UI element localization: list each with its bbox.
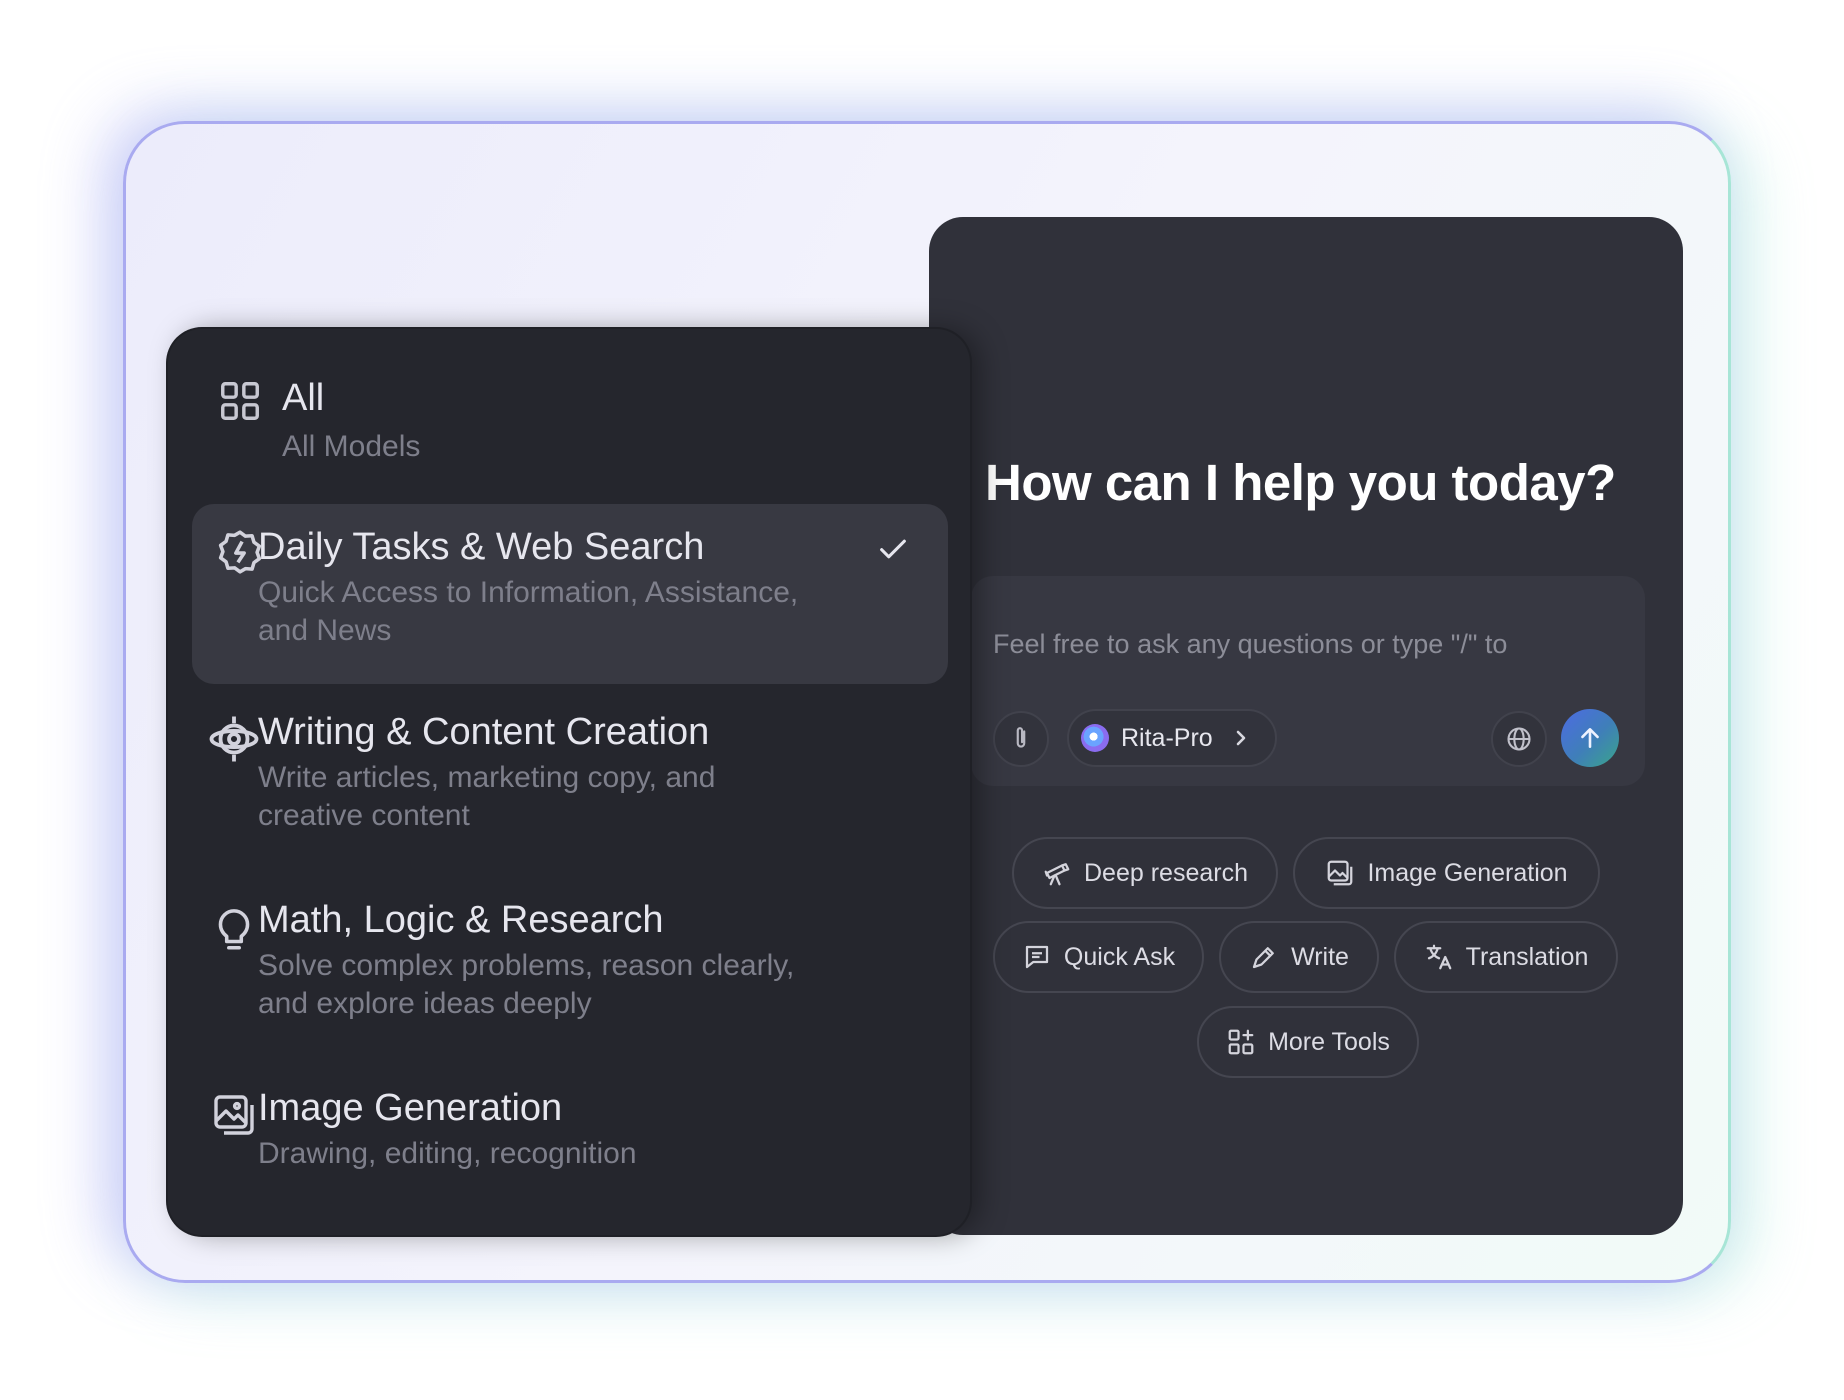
chip-translation[interactable]: Translation: [1394, 921, 1618, 993]
menu-item-image-generation[interactable]: Image Generation Drawing, editing, recog…: [192, 1069, 948, 1209]
chevron-right-icon: [1236, 730, 1245, 746]
chip-more-tools[interactable]: More Tools: [1197, 1006, 1419, 1078]
chip-image-generation[interactable]: Image Generation: [1293, 837, 1600, 909]
menu-item-description: Drawing, editing, recognition: [258, 1137, 637, 1170]
globe-icon: [1507, 727, 1531, 751]
image-stack-icon: [214, 1095, 254, 1135]
menu-item-title: All: [282, 377, 325, 419]
model-name: Rita-Pro: [1121, 723, 1213, 752]
composer: Rita-Pro: [971, 576, 1645, 786]
grid-plus-icon: [1228, 1029, 1254, 1055]
chip-write[interactable]: Write: [1219, 921, 1379, 993]
chat-input[interactable]: [993, 624, 1613, 664]
chat-panel: How can I help you today? Rita-Pro: [929, 217, 1683, 1235]
menu-item-description: Solve complex problems, reason clearly, …: [258, 949, 795, 1020]
menu-item-writing[interactable]: Writing & Content Creation Write article…: [192, 689, 948, 859]
checkmark-icon: [880, 539, 906, 559]
menu-item-description: All Models: [282, 430, 421, 463]
paperclip-icon: [1016, 727, 1026, 748]
model-logo-icon: [1081, 724, 1109, 752]
menu-item-description: Quick Access to Information, Assistance,…: [258, 576, 799, 647]
chip-label: Quick Ask: [1063, 942, 1176, 971]
translate-icon: [1426, 944, 1451, 970]
menu-item-title: Image Generation: [258, 1087, 563, 1129]
menu-item-title: Writing & Content Creation: [258, 711, 710, 753]
menu-item-daily-tasks[interactable]: Daily Tasks & Web Search Quick Access to…: [192, 504, 948, 684]
grid-icon: [221, 382, 259, 420]
orbit-icon: [209, 716, 259, 762]
arrow-up-icon: [1581, 728, 1599, 748]
pen-icon: [1252, 947, 1274, 969]
image-stack-icon: [1328, 860, 1353, 886]
telescope-icon: [1044, 863, 1070, 886]
model-selector[interactable]: Rita-Pro: [1067, 709, 1277, 767]
menu-item-title: Math, Logic & Research: [258, 899, 664, 941]
model-category-menu: All All Models Daily Tasks & Web Search …: [168, 329, 970, 1235]
chip-quick-ask[interactable]: Quick Ask: [993, 921, 1204, 993]
chip-label: Write: [1291, 942, 1349, 971]
menu-item-math[interactable]: Math, Logic & Research Solve complex pro…: [192, 879, 948, 1049]
chip-label: More Tools: [1268, 1027, 1390, 1056]
web-search-toggle[interactable]: [1491, 711, 1547, 767]
send-button[interactable]: [1561, 709, 1619, 767]
menu-item-description: Write articles, marketing copy, and crea…: [258, 761, 716, 832]
menu-item-title: Daily Tasks & Web Search: [258, 526, 705, 568]
chip-label: Translation: [1465, 942, 1589, 971]
chip-deep-research[interactable]: Deep research: [1012, 837, 1278, 909]
chat-heading: How can I help you today?: [985, 454, 1616, 511]
chip-label: Deep research: [1084, 858, 1248, 887]
attach-button[interactable]: [993, 711, 1049, 767]
menu-item-all[interactable]: All All Models: [192, 357, 948, 507]
chat-bubble-icon: [1025, 945, 1049, 969]
chip-label: Image Generation: [1367, 858, 1568, 887]
lightbulb-icon: [218, 909, 250, 950]
